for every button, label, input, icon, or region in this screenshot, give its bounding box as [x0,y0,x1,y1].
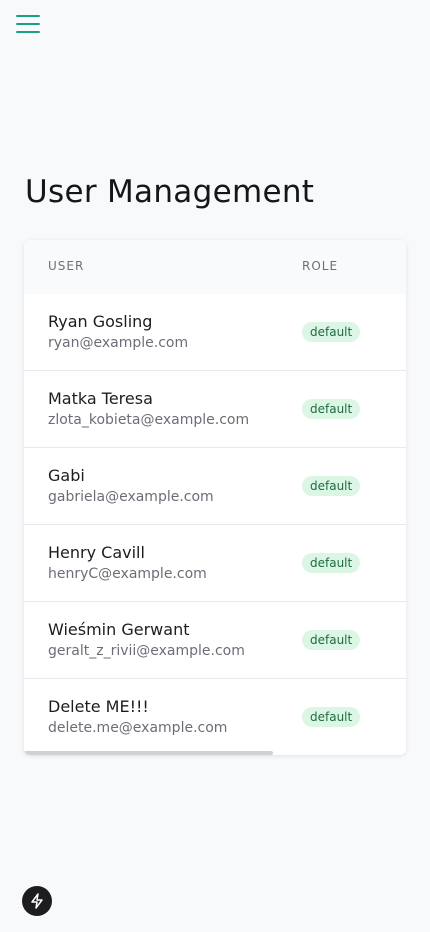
role-badge: default [302,322,361,342]
table-row[interactable]: Ryan Gosling ryan@example.com default [24,294,406,371]
user-email: geralt_z_rivii@example.com [48,643,245,659]
role-badge: default [302,707,361,727]
lightning-bolt-icon [31,893,43,909]
table-row[interactable]: Delete ME!!! delete.me@example.com defau… [24,679,406,755]
user-email: zlota_kobieta@example.com [48,412,250,428]
user-email: ryan@example.com [48,335,189,351]
role-badge: default [302,630,361,650]
horizontal-scrollbar[interactable] [24,751,273,755]
user-name: Wieśmin Gerwant [48,620,190,639]
table-row[interactable]: Matka Teresa zlota_kobieta@example.com d… [24,371,406,448]
user-email: delete.me@example.com [48,720,228,736]
users-table: USER ROLE Ryan Gosling ryan@example.com … [24,240,406,755]
column-header-user: USER [48,259,85,273]
user-name: Henry Cavill [48,543,145,562]
role-badge: default [302,399,361,419]
user-email: gabriela@example.com [48,489,214,505]
menu-button[interactable] [16,15,40,34]
hamburger-menu-icon [16,15,40,17]
user-name: Matka Teresa [48,389,153,408]
table-row[interactable]: Henry Cavill henryC@example.com default [24,525,406,602]
user-name: Gabi [48,466,85,485]
hamburger-menu-icon-bar [16,31,40,33]
user-name: Ryan Gosling [48,312,153,331]
role-badge: default [302,476,361,496]
page-title: User Management [25,174,315,210]
table-row[interactable]: Wieśmin Gerwant geralt_z_rivii@example.c… [24,602,406,679]
table-header: USER ROLE [24,240,406,294]
user-email: henryC@example.com [48,566,207,582]
role-badge: default [302,553,361,573]
hamburger-menu-icon-bar [16,23,40,25]
column-header-role: ROLE [302,259,339,273]
user-name: Delete ME!!! [48,697,149,716]
table-row[interactable]: Gabi gabriela@example.com default [24,448,406,525]
dev-tools-button[interactable] [22,886,52,916]
